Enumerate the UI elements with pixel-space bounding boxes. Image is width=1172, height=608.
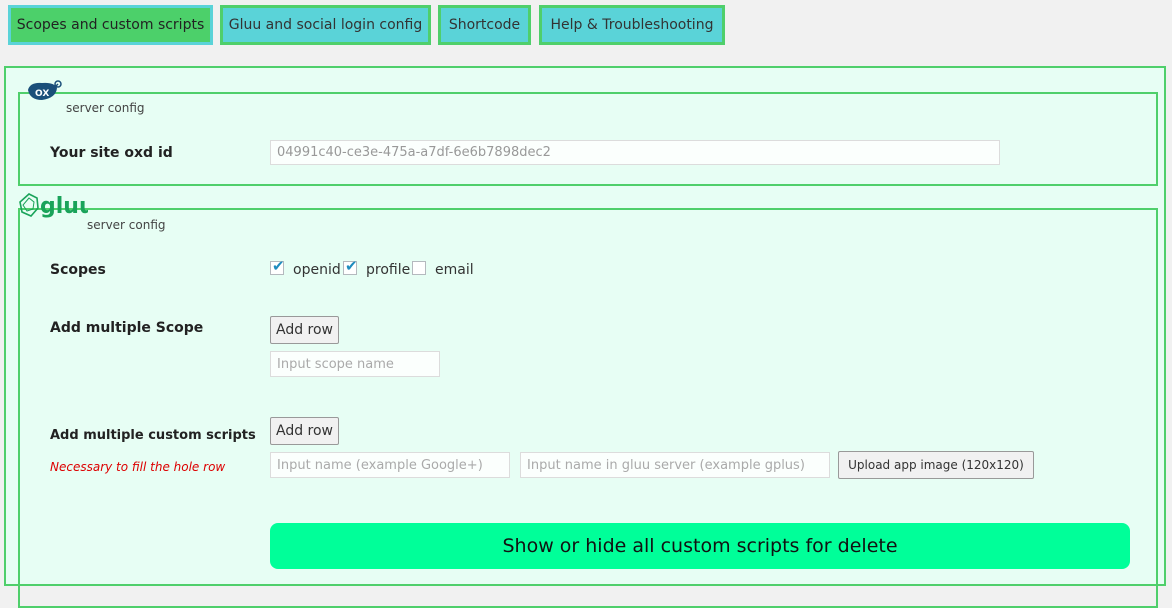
main-panel: OX server config Your site oxd id gluu s… — [4, 66, 1166, 608]
site-oxd-id-label: Your site oxd id — [50, 145, 173, 161]
checkmark-icon: ✔ — [272, 257, 285, 275]
checkmark-icon: ✔ — [345, 257, 358, 275]
site-oxd-id-field[interactable] — [270, 140, 1000, 165]
upload-app-image-button[interactable]: Upload app image (120x120) — [838, 451, 1034, 479]
add-scope-row-button[interactable]: Add row — [270, 316, 339, 344]
scope-label-profile: profile — [366, 262, 411, 278]
scope-label-email: email — [435, 262, 474, 278]
ox-logo-icon: OX — [28, 80, 62, 100]
add-custom-script-row-button[interactable]: Add row — [270, 417, 339, 445]
svg-text:OX: OX — [35, 89, 49, 99]
tab-gluu-and-social-login-config[interactable]: Gluu and social login config — [220, 5, 431, 45]
scope-checkbox-openid[interactable]: ✔ — [270, 257, 285, 275]
add-custom-scripts-label: Add multiple custom scripts — [50, 428, 256, 443]
tab-help-and-troubleshooting[interactable]: Help & Troubleshooting — [539, 5, 725, 45]
gluu-logo-icon: gluu — [19, 193, 95, 219]
gluu-logo: gluu — [18, 190, 95, 230]
script-name-input[interactable] — [270, 452, 510, 478]
scope-label-openid: openid — [293, 262, 341, 278]
scope-checkbox-profile[interactable]: ✔ — [343, 257, 358, 275]
scope-checkbox-email[interactable] — [412, 261, 426, 275]
tab-scopes-and-custom-scripts[interactable]: Scopes and custom scripts — [8, 5, 213, 45]
gluu-legend: server config — [85, 218, 168, 232]
scopes-label: Scopes — [50, 262, 106, 278]
oxd-server-config-fieldset — [18, 92, 1158, 186]
add-multiple-scope-label: Add multiple Scope — [50, 320, 204, 336]
custom-scripts-note: Necessary to fill the hole row — [50, 460, 226, 474]
svg-text:gluu: gluu — [40, 194, 88, 219]
ox-logo: OX — [24, 78, 64, 106]
script-server-name-input[interactable] — [520, 452, 830, 478]
show-hide-custom-scripts-button[interactable]: Show or hide all custom scripts for dele… — [270, 523, 1130, 569]
oxd-legend: server config — [64, 101, 147, 115]
tab-shortcode[interactable]: Shortcode — [438, 5, 531, 45]
scope-name-input[interactable] — [270, 351, 440, 377]
